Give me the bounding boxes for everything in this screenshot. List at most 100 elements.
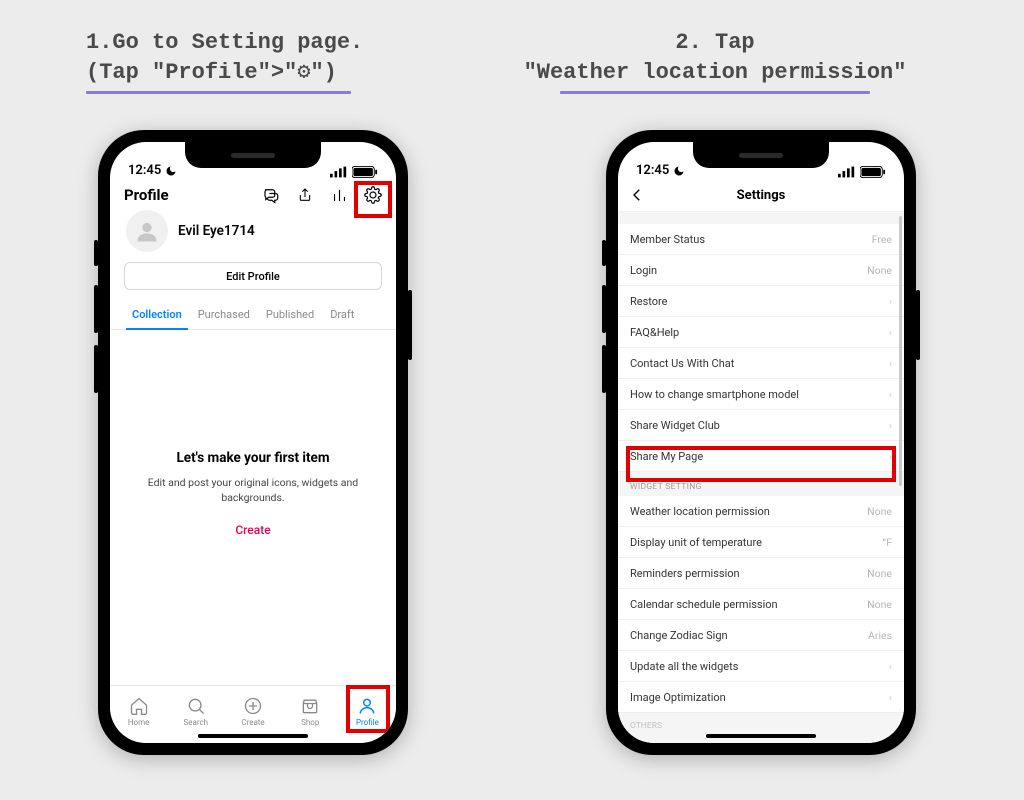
row-login[interactable]: Login None: [618, 255, 904, 286]
phone-side-button: [602, 345, 606, 393]
back-button[interactable]: [628, 186, 648, 206]
phone-side-button: [94, 285, 98, 333]
row-label: Calendar schedule permission: [630, 598, 778, 611]
do-not-disturb-moon-icon: [673, 165, 685, 177]
chevron-right-icon: ›: [889, 660, 892, 673]
tabbar-item-home[interactable]: Home: [110, 686, 167, 737]
row-label: Share My Page: [630, 450, 703, 463]
tab-draft[interactable]: Draft: [322, 300, 362, 329]
tab-label: Draft: [330, 308, 354, 321]
stats-icon[interactable]: [330, 186, 348, 204]
row-value: None: [867, 264, 892, 277]
tabbar-item-profile[interactable]: Profile: [339, 686, 396, 737]
section-header-others-partial: OTHERS: [618, 713, 904, 731]
instruction-step-1-line1: 1.Go to Setting page.: [86, 30, 363, 55]
chat-icon[interactable]: [262, 186, 280, 204]
row-label: Login: [630, 264, 657, 277]
phone-side-button: [408, 290, 412, 360]
row-contact[interactable]: Contact Us With Chat ›: [618, 348, 904, 379]
phone-mock-settings: 12:45 Settings Member Status: [606, 130, 916, 755]
phone-screen-settings: 12:45 Settings Member Status: [618, 142, 904, 743]
cellular-signal-icon: [838, 166, 856, 178]
tab-published[interactable]: Published: [258, 300, 322, 329]
underline-decor: [560, 91, 870, 94]
row-weather-permission[interactable]: Weather location permission None: [618, 496, 904, 527]
user-row: Evil Eye1714: [110, 206, 396, 260]
tabbar-label: Shop: [301, 718, 319, 727]
row-share-widget-club[interactable]: Share Widget Club ›: [618, 410, 904, 441]
row-restore[interactable]: Restore ›: [618, 286, 904, 317]
profile-header: Profile: [110, 180, 396, 206]
battery-icon: [860, 166, 886, 178]
avatar[interactable]: [126, 210, 168, 252]
create-link[interactable]: Create: [132, 523, 374, 537]
chevron-right-icon: ›: [889, 357, 892, 370]
cellular-signal-icon: [330, 166, 348, 178]
phone-side-button: [94, 345, 98, 393]
row-label: How to change smartphone model: [630, 388, 799, 401]
row-zodiac[interactable]: Change Zodiac Sign Aries: [618, 620, 904, 651]
instruction-step-1-line2: (Tap "Profile">"⚙"): [86, 60, 337, 85]
chevron-right-icon: ›: [889, 691, 892, 704]
plus-circle-icon: [243, 696, 263, 716]
page-title: Settings: [737, 188, 786, 203]
row-label: Display unit of temperature: [630, 536, 762, 549]
status-time: 12:45: [636, 163, 669, 178]
phone-notch: [185, 142, 321, 168]
settings-list[interactable]: Member Status Free Login None Restore › …: [618, 212, 904, 743]
tab-label: Published: [266, 308, 314, 321]
home-icon: [129, 696, 149, 716]
row-label: Image Optimization: [630, 691, 726, 704]
home-indicator: [198, 734, 308, 738]
profile-tabs: Collection Purchased Published Draft: [110, 300, 396, 330]
row-value: None: [867, 567, 892, 580]
status-time: 12:45: [128, 163, 161, 178]
row-reminders-permission[interactable]: Reminders permission None: [618, 558, 904, 589]
row-member-status[interactable]: Member Status Free: [618, 224, 904, 255]
row-faq[interactable]: FAQ&Help ›: [618, 317, 904, 348]
row-temp-unit[interactable]: Display unit of temperature °F: [618, 527, 904, 558]
row-share-my-page[interactable]: Share My Page ›: [618, 441, 904, 472]
row-label: Reminders permission: [630, 567, 740, 580]
chevron-right-icon: ›: [889, 295, 892, 308]
profile-icon: [357, 696, 377, 716]
tabbar-item-shop[interactable]: Shop: [282, 686, 339, 737]
empty-body: Edit and post your original icons, widge…: [132, 476, 374, 505]
tabbar-label: Create: [241, 718, 264, 727]
phone-mock-profile: 12:45 Profile: [98, 130, 408, 755]
battery-icon: [352, 166, 378, 178]
home-indicator: [706, 734, 816, 738]
scrollbar[interactable]: [899, 216, 902, 486]
chevron-right-icon: ›: [889, 326, 892, 339]
row-label: Weather location permission: [630, 505, 770, 518]
tabbar-item-search[interactable]: Search: [167, 686, 224, 737]
tabbar-item-create[interactable]: Create: [224, 686, 281, 737]
gear-icon[interactable]: [364, 186, 382, 204]
row-value: None: [867, 505, 892, 518]
empty-state: Let's make your first item Edit and post…: [110, 330, 396, 537]
tabbar-label: Profile: [356, 718, 379, 727]
phone-side-button: [602, 240, 606, 266]
instruction-step-2-line2: "Weather location permission": [524, 60, 907, 85]
row-value: Aries: [868, 629, 892, 642]
row-value: °F: [882, 536, 892, 549]
chevron-left-icon: [628, 186, 646, 204]
row-label: Update all the widgets: [630, 660, 738, 673]
username: Evil Eye1714: [178, 223, 255, 239]
row-update-all-widgets[interactable]: Update all the widgets ›: [618, 651, 904, 682]
phone-side-button: [94, 240, 98, 266]
edit-profile-button[interactable]: Edit Profile: [124, 262, 382, 290]
row-label: Restore: [630, 295, 668, 308]
create-link-label: Create: [235, 523, 270, 537]
row-value: None: [867, 598, 892, 611]
empty-title: Let's make your first item: [132, 450, 374, 466]
instruction-step-2-line1: 2. Tap: [675, 30, 754, 55]
instruction-step-1: 1.Go to Setting page. (Tap "Profile">"⚙"…: [86, 28, 396, 94]
row-calendar-permission[interactable]: Calendar schedule permission None: [618, 589, 904, 620]
tab-purchased[interactable]: Purchased: [190, 300, 258, 329]
share-icon[interactable]: [296, 186, 314, 204]
row-image-optimization[interactable]: Image Optimization ›: [618, 682, 904, 713]
tab-collection[interactable]: Collection: [124, 300, 190, 329]
row-change-model[interactable]: How to change smartphone model ›: [618, 379, 904, 410]
speaker-slot: [231, 153, 275, 158]
